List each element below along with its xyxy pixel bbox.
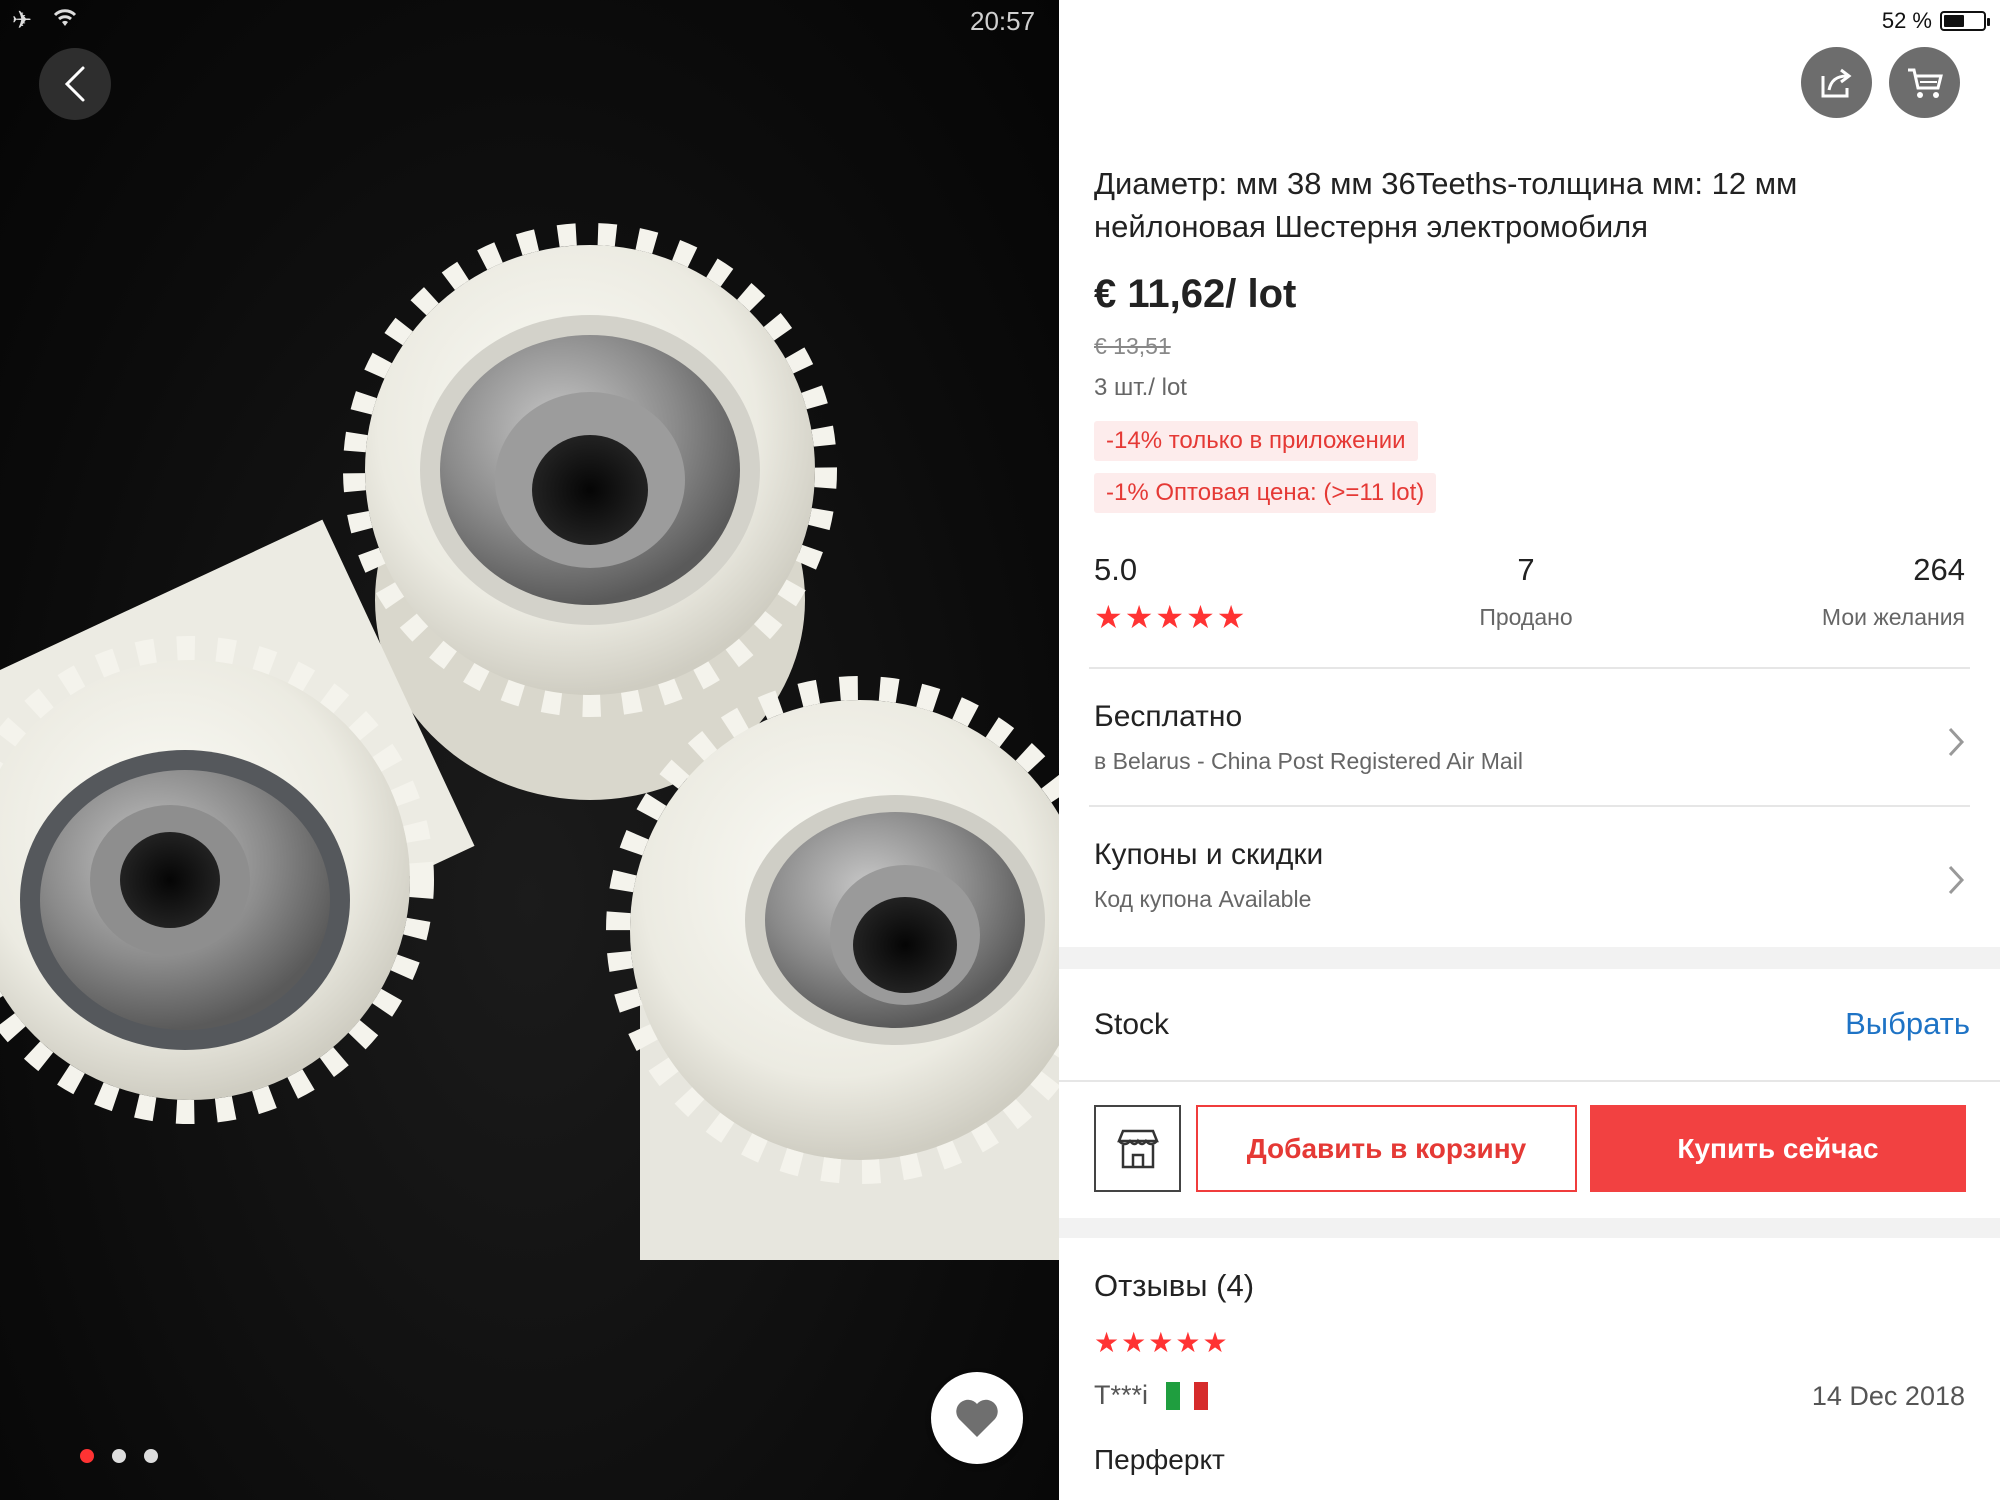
shipping-row[interactable]: Бесплатно в Belarus - China Post Registe… [1094, 700, 1965, 800]
star-icon: ★ [1202, 1327, 1228, 1358]
favorite-button[interactable] [931, 1372, 1023, 1464]
review-stars: ★ ★ ★ ★ ★ [1094, 1329, 1228, 1357]
battery-percent: 52 % [1881, 8, 1932, 33]
unit-size: 3 шт./ lot [1094, 374, 1187, 401]
share-button[interactable] [1801, 47, 1872, 118]
reviews-title[interactable]: Отзывы (4) [1094, 1268, 1254, 1304]
product-detail-panel: 52 % Диаметр: мм 38 мм 36Teeths-толщина … [1059, 0, 2000, 1500]
battery-icon [1940, 11, 1990, 31]
rating-value: 5.0 [1094, 552, 1138, 587]
chevron-right-icon [1948, 865, 1965, 895]
add-to-cart-button[interactable]: Добавить в корзину [1196, 1105, 1577, 1192]
gear-top [343, 223, 837, 800]
stock-label: Stock [1094, 1008, 1170, 1041]
product-photo [0, 223, 1059, 1260]
product-price: € 11,62/ lot [1094, 272, 1297, 316]
airplane-icon: ✈ [12, 7, 33, 34]
reviewer-info: T***i [1094, 1380, 1209, 1411]
italy-flag-icon [1166, 1381, 1209, 1410]
store-button[interactable] [1094, 1105, 1181, 1192]
star-icon: ★ [1148, 1327, 1174, 1358]
back-arrow-icon [64, 66, 85, 102]
gear-right [606, 676, 1059, 1260]
cart-button[interactable] [1889, 47, 1960, 118]
chevron-right-icon [1948, 727, 1965, 757]
pager-dot[interactable] [144, 1449, 158, 1463]
coupons-title: Купоны и скидки [1094, 838, 1324, 871]
shipping-title: Бесплатно [1094, 700, 1243, 733]
coupons-subtitle: Код купона Available [1094, 886, 1312, 912]
promo-badge-wholesale: -1% Оптовая цена: (>=11 lot) [1094, 473, 1437, 513]
reviewer-name: T***i [1094, 1380, 1149, 1410]
header-actions [1801, 47, 1960, 118]
divider [1089, 805, 1970, 807]
star-icon: ★ [1186, 599, 1215, 635]
promo-badge-app: -14% только в приложении [1094, 421, 1418, 461]
old-price: € 13,51 [1094, 333, 1171, 359]
status-icons: ✈ [12, 6, 78, 35]
choose-variant-link[interactable]: Выбрать [1845, 1006, 1970, 1042]
product-title: Диаметр: мм 38 мм 36Teeths-толщина мм: 1… [1094, 166, 1798, 244]
shipping-subtitle: в Belarus - China Post Registered Air Ma… [1094, 748, 1523, 774]
battery-fill [1944, 15, 1964, 27]
sold-count: 7 [1517, 552, 1535, 587]
status-time: 20:57 [970, 6, 1036, 36]
star-icon: ★ [1155, 599, 1184, 635]
star-icon: ★ [1175, 1327, 1201, 1358]
coupons-row[interactable]: Купоны и скидки Код купона Available [1094, 838, 1965, 938]
back-button[interactable] [39, 48, 111, 120]
section-separator [1059, 947, 2000, 969]
wishlist-label: Мои желания [1821, 604, 1965, 630]
section-separator [1059, 1218, 2000, 1238]
review-text: Перферкт [1094, 1444, 1225, 1475]
rating-stars: ★ ★ ★ ★ ★ [1094, 599, 1246, 635]
share-icon [1821, 68, 1851, 97]
star-icon: ★ [1121, 1327, 1147, 1358]
review-date: 14 Dec 2018 [1811, 1381, 1965, 1411]
store-icon [1116, 1129, 1159, 1168]
star-icon: ★ [1124, 599, 1154, 635]
pager-dot[interactable] [112, 1449, 126, 1463]
star-icon: ★ [1216, 599, 1246, 635]
sold-label: Продано [1479, 604, 1573, 630]
product-image-gallery[interactable]: ✈ 20:57 [0, 0, 1059, 1500]
wifi-icon [52, 7, 78, 35]
pager-dot-active[interactable] [80, 1449, 94, 1463]
divider [1089, 667, 1970, 669]
battery-indicator: 52 % [1881, 8, 1990, 34]
stats-row: 5.0 ★ ★ ★ ★ ★ 7 Продано 264 Мои желания [1094, 547, 1965, 637]
star-icon: ★ [1094, 1327, 1120, 1358]
image-pager [80, 1449, 158, 1463]
heart-icon [956, 1399, 998, 1437]
divider [1059, 1080, 2000, 1082]
cart-icon [1907, 68, 1943, 98]
buy-now-button[interactable]: Купить сейчас [1590, 1105, 1966, 1192]
wishlist-count: 264 [1913, 552, 1965, 587]
star-icon: ★ [1094, 599, 1123, 635]
